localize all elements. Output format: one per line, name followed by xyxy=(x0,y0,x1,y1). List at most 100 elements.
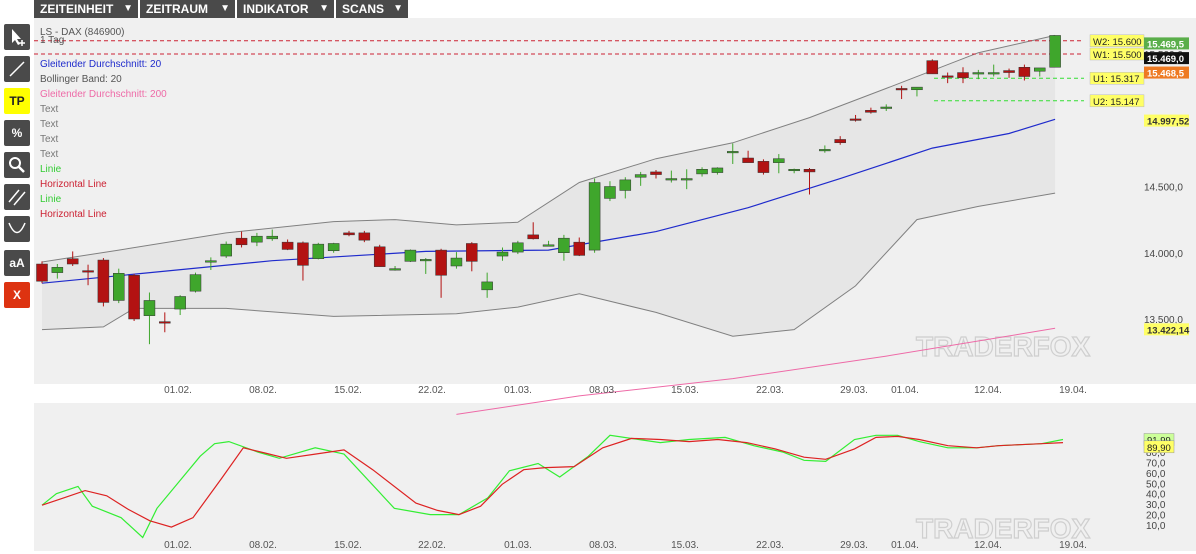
tp-tool[interactable]: TP xyxy=(4,88,30,114)
candle-body xyxy=(343,232,355,236)
oscillator-axis-label: 50,0 xyxy=(1146,479,1166,490)
curve-tool[interactable] xyxy=(4,216,30,242)
candle-body xyxy=(512,242,524,253)
top-menu-bar: ZEITEINHEIT ▼ ZEITRAUM ▼ INDIKATOR ▼ SCA… xyxy=(34,0,1196,18)
candle-body xyxy=(803,169,816,173)
text-tool[interactable]: aA xyxy=(4,250,30,276)
candle-body xyxy=(926,60,939,75)
curve-icon xyxy=(8,222,26,234)
candle-body xyxy=(680,178,693,181)
channel-tool[interactable] xyxy=(4,184,30,210)
date-axis-label: 01.03. xyxy=(504,540,532,551)
cursor-plus-icon xyxy=(12,29,25,46)
zoom-tool[interactable] xyxy=(4,152,30,178)
date-axis-label: 08.02. xyxy=(249,540,277,551)
legend-linie-1[interactable]: Linie xyxy=(40,162,167,177)
scans-label: SCANS xyxy=(342,2,385,16)
candle-body xyxy=(174,296,186,310)
price-badge-label: 15.469,5 xyxy=(1147,39,1185,50)
date-axis-label: 01.03. xyxy=(504,385,532,396)
drawing-toolbar: TP % aA X xyxy=(0,0,34,551)
candle-body xyxy=(588,182,601,251)
candle-body xyxy=(527,234,539,240)
legend-linie-2[interactable]: Linie xyxy=(40,192,167,207)
candle-body xyxy=(450,257,463,267)
candle-body xyxy=(189,274,202,292)
legend-horizontal-line-1[interactable]: Horizontal Line xyxy=(40,177,167,192)
price-badge-label: 15.469,0 xyxy=(1147,54,1184,65)
candle-body xyxy=(66,258,79,265)
price-badge-label: 15.468,5 xyxy=(1147,69,1185,80)
candle-body xyxy=(742,157,754,163)
chart-area[interactable]: TRADERFOX TRADERFOX W2: 15.600 W1: 15.500 U1… xyxy=(34,18,1196,551)
zeitraum-menu[interactable]: ZEITRAUM ▼ xyxy=(140,0,235,18)
candle-body xyxy=(113,273,125,301)
date-axis-label: 08.03. xyxy=(589,385,617,396)
scans-menu[interactable]: SCANS ▼ xyxy=(336,0,408,18)
indikator-menu[interactable]: INDIKATOR ▼ xyxy=(237,0,334,18)
legend-sma20[interactable]: Gleitender Durchschnitt: 20 xyxy=(40,57,167,72)
candle-body xyxy=(650,171,662,175)
date-axis-label: 19.04. xyxy=(1059,385,1087,396)
candle-body xyxy=(619,179,632,191)
candle-body xyxy=(558,237,570,254)
percent-tool[interactable]: % xyxy=(4,120,30,146)
candle-body xyxy=(819,149,831,152)
parallel-lines-icon xyxy=(8,189,26,206)
candle-body xyxy=(941,75,954,78)
line-tool[interactable] xyxy=(4,56,30,82)
candle-body xyxy=(911,86,923,91)
candle-body xyxy=(97,259,110,303)
candle-body xyxy=(327,243,340,252)
percent-label: % xyxy=(11,126,23,140)
chart-canvas: TRADERFOXTRADERFOXW2: 15.600W1: 15.500U1… xyxy=(34,18,1196,551)
date-axis-label: 22.02. xyxy=(418,540,446,551)
oscillator-axis-label: 30,0 xyxy=(1146,500,1166,511)
date-axis-label: 12.04. xyxy=(974,540,1002,551)
zeiteinheit-menu[interactable]: ZEITEINHEIT ▼ xyxy=(34,0,138,18)
chevron-down-icon: ▼ xyxy=(319,3,329,14)
candle-body xyxy=(1003,70,1015,73)
candle-body xyxy=(895,88,908,91)
date-axis-label: 22.03. xyxy=(756,385,784,396)
candle-body xyxy=(143,300,156,316)
magnifier-icon xyxy=(9,157,25,173)
candle-body xyxy=(957,72,969,79)
candle-body xyxy=(312,243,325,259)
candle-body xyxy=(466,243,478,262)
chevron-down-icon: ▼ xyxy=(123,3,133,14)
oscillator-axis-label: 40,0 xyxy=(1146,490,1166,501)
cursor-add-tool[interactable] xyxy=(4,24,30,50)
legend-text-3[interactable]: Text xyxy=(40,132,167,147)
candle-body xyxy=(1018,67,1031,77)
candle-body xyxy=(82,270,94,273)
legend-horizontal-line-2[interactable]: Horizontal Line xyxy=(40,207,167,222)
legend-text-2[interactable]: Text xyxy=(40,117,167,132)
level-label: W1: 15.500 xyxy=(1093,50,1142,61)
date-axis-label: 08.03. xyxy=(589,540,617,551)
candle-body xyxy=(757,161,770,173)
candle-body xyxy=(880,106,892,109)
candle-body xyxy=(834,139,846,144)
tp-label: TP xyxy=(9,94,25,108)
candle-body xyxy=(634,174,647,178)
delete-tool[interactable]: X xyxy=(4,282,30,308)
candle-body xyxy=(389,268,401,271)
date-axis-label: 22.02. xyxy=(418,385,446,396)
date-axis-label: 01.02. xyxy=(164,540,192,551)
level-label: W2: 15.600 xyxy=(1093,37,1142,48)
candle-body xyxy=(865,110,877,113)
level-label: U2: 15.147 xyxy=(1093,97,1139,108)
legend-text-1[interactable]: Text xyxy=(40,102,167,117)
date-axis-label: 08.02. xyxy=(249,385,277,396)
candle-body xyxy=(251,235,263,243)
date-axis-label: 01.02. xyxy=(164,385,192,396)
legend-sma200[interactable]: Gleitender Durchschnitt: 200 xyxy=(40,87,167,102)
candle-body xyxy=(696,169,708,175)
legend-bollinger[interactable]: Bollinger Band: 20 xyxy=(40,72,167,87)
legend-text-4[interactable]: Text xyxy=(40,147,167,162)
candle-body xyxy=(297,242,309,266)
candle-body xyxy=(404,249,417,262)
candle-body xyxy=(773,158,785,163)
close-icon: X xyxy=(12,288,21,302)
